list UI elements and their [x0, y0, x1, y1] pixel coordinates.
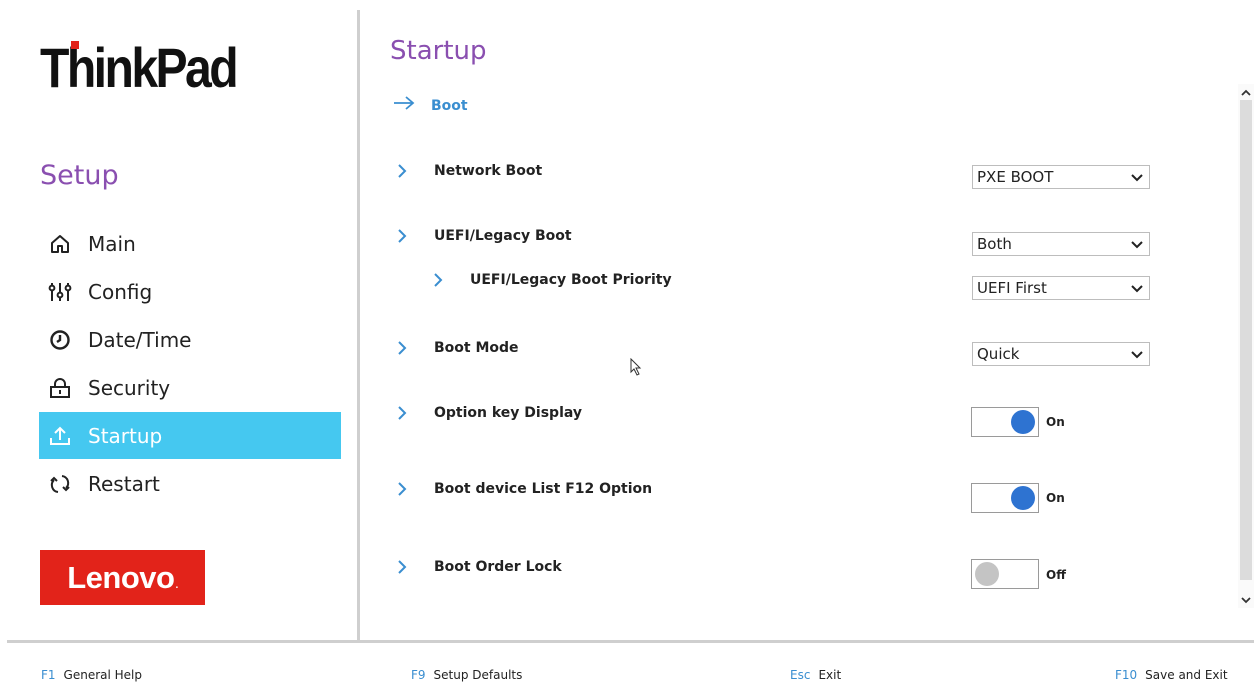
chevron-right-icon	[397, 163, 411, 179]
footer-key: Esc	[790, 668, 811, 682]
select-value: Both	[977, 235, 1012, 253]
chevron-down-icon	[1131, 168, 1143, 186]
footer-save-and-exit[interactable]: F10 Save and Exit	[1115, 668, 1228, 682]
setting-uefi-legacy-boot-priority[interactable]: UEFI/Legacy Boot Priority	[433, 272, 672, 288]
option-key-display-toggle[interactable]	[971, 407, 1039, 437]
boot-mode-select[interactable]: Quick	[972, 342, 1150, 366]
chevron-down-icon	[1131, 235, 1143, 253]
uefi-legacy-boot-select[interactable]: Both	[972, 232, 1150, 256]
clock-icon	[47, 327, 73, 353]
horizontal-divider	[7, 640, 1254, 643]
thinkpad-logo-red-dot	[71, 41, 79, 49]
setting-label: UEFI/Legacy Boot	[434, 228, 572, 244]
chevron-right-icon	[397, 228, 411, 244]
footer-label: General Help	[63, 668, 143, 682]
chevron-down-icon	[1131, 345, 1143, 363]
lenovo-logo: Lenovo.	[40, 550, 205, 605]
page-title: Startup	[390, 36, 487, 66]
sidebar-item-label: Config	[88, 279, 153, 304]
select-value: PXE BOOT	[977, 168, 1054, 186]
sidebar-item-label: Restart	[88, 471, 160, 496]
toggle-state-label: On	[1046, 491, 1065, 505]
home-icon	[47, 231, 73, 257]
vertical-divider	[357, 10, 360, 641]
setting-label: Option key Display	[434, 405, 583, 421]
sidebar-title: Setup	[40, 160, 119, 191]
footer-exit[interactable]: Esc Exit	[790, 668, 841, 682]
toggle-state-label: On	[1046, 415, 1065, 429]
uefi-legacy-priority-select[interactable]: UEFI First	[972, 276, 1150, 300]
sidebar-item-security[interactable]: Security	[39, 364, 341, 411]
footer-key: F9	[411, 668, 426, 682]
footer-key: F1	[41, 668, 56, 682]
breadcrumb-label: Boot	[431, 97, 468, 114]
sidebar-item-restart[interactable]: Restart	[39, 460, 341, 507]
arrow-right-icon	[393, 96, 415, 115]
sidebar-item-main[interactable]: Main	[39, 220, 341, 267]
thinkpad-logo: ThinkPad	[40, 36, 239, 99]
lock-icon	[47, 375, 73, 401]
chevron-right-icon	[397, 559, 411, 575]
scroll-up-icon[interactable]	[1238, 84, 1254, 100]
mouse-cursor-icon	[630, 357, 642, 381]
setting-boot-order-lock[interactable]: Boot Order Lock	[397, 559, 562, 575]
sidebar-item-date-time[interactable]: Date/Time	[39, 316, 341, 363]
scroll-down-icon[interactable]	[1238, 592, 1254, 608]
upload-icon	[47, 423, 73, 449]
select-value: Quick	[977, 345, 1020, 363]
sidebar-nav: Main Config Date/Time Security Startup R…	[39, 220, 341, 508]
setting-boot-device-list-f12[interactable]: Boot device List F12 Option	[397, 481, 652, 497]
setting-boot-mode[interactable]: Boot Mode	[397, 340, 519, 356]
setting-label: Network Boot	[434, 163, 543, 179]
toggle-knob	[1011, 486, 1035, 510]
setting-label: Boot device List F12 Option	[434, 481, 653, 497]
chevron-right-icon	[397, 340, 411, 356]
restart-icon	[47, 471, 73, 497]
setting-uefi-legacy-boot[interactable]: UEFI/Legacy Boot	[397, 228, 572, 244]
footer-label: Save and Exit	[1145, 668, 1228, 682]
sidebar-item-config[interactable]: Config	[39, 268, 341, 315]
scrollbar-thumb[interactable]	[1240, 100, 1252, 580]
footer-label: Setup Defaults	[433, 668, 523, 682]
toggle-knob	[1011, 410, 1035, 434]
setting-label: Boot Mode	[434, 340, 519, 356]
sidebar-item-label: Main	[88, 231, 136, 256]
chevron-right-icon	[433, 272, 447, 288]
boot-order-lock-toggle[interactable]	[971, 559, 1039, 589]
toggle-knob	[975, 562, 999, 586]
footer-setup-defaults[interactable]: F9 Setup Defaults	[411, 668, 522, 682]
chevron-right-icon	[397, 405, 411, 421]
network-boot-select[interactable]: PXE BOOT	[972, 165, 1150, 189]
footer-help[interactable]: F1 General Help	[41, 668, 142, 682]
select-value: UEFI First	[977, 279, 1047, 297]
sidebar-item-label: Date/Time	[88, 327, 192, 352]
sidebar-item-label: Security	[88, 375, 171, 400]
setting-label: UEFI/Legacy Boot Priority	[470, 272, 672, 288]
setting-option-key-display[interactable]: Option key Display	[397, 405, 582, 421]
footer-key: F10	[1115, 668, 1138, 682]
sidebar-item-startup[interactable]: Startup	[39, 412, 341, 459]
breadcrumb[interactable]: Boot	[393, 96, 468, 115]
setting-network-boot[interactable]: Network Boot	[397, 163, 542, 179]
footer-label: Exit	[818, 668, 842, 682]
sidebar-item-label: Startup	[88, 423, 163, 448]
boot-device-list-toggle[interactable]	[971, 483, 1039, 513]
chevron-right-icon	[397, 481, 411, 497]
scrollbar[interactable]	[1238, 84, 1254, 608]
setting-label: Boot Order Lock	[434, 559, 562, 575]
chevron-down-icon	[1131, 279, 1143, 297]
sliders-icon	[47, 279, 73, 305]
toggle-state-label: Off	[1046, 568, 1066, 582]
